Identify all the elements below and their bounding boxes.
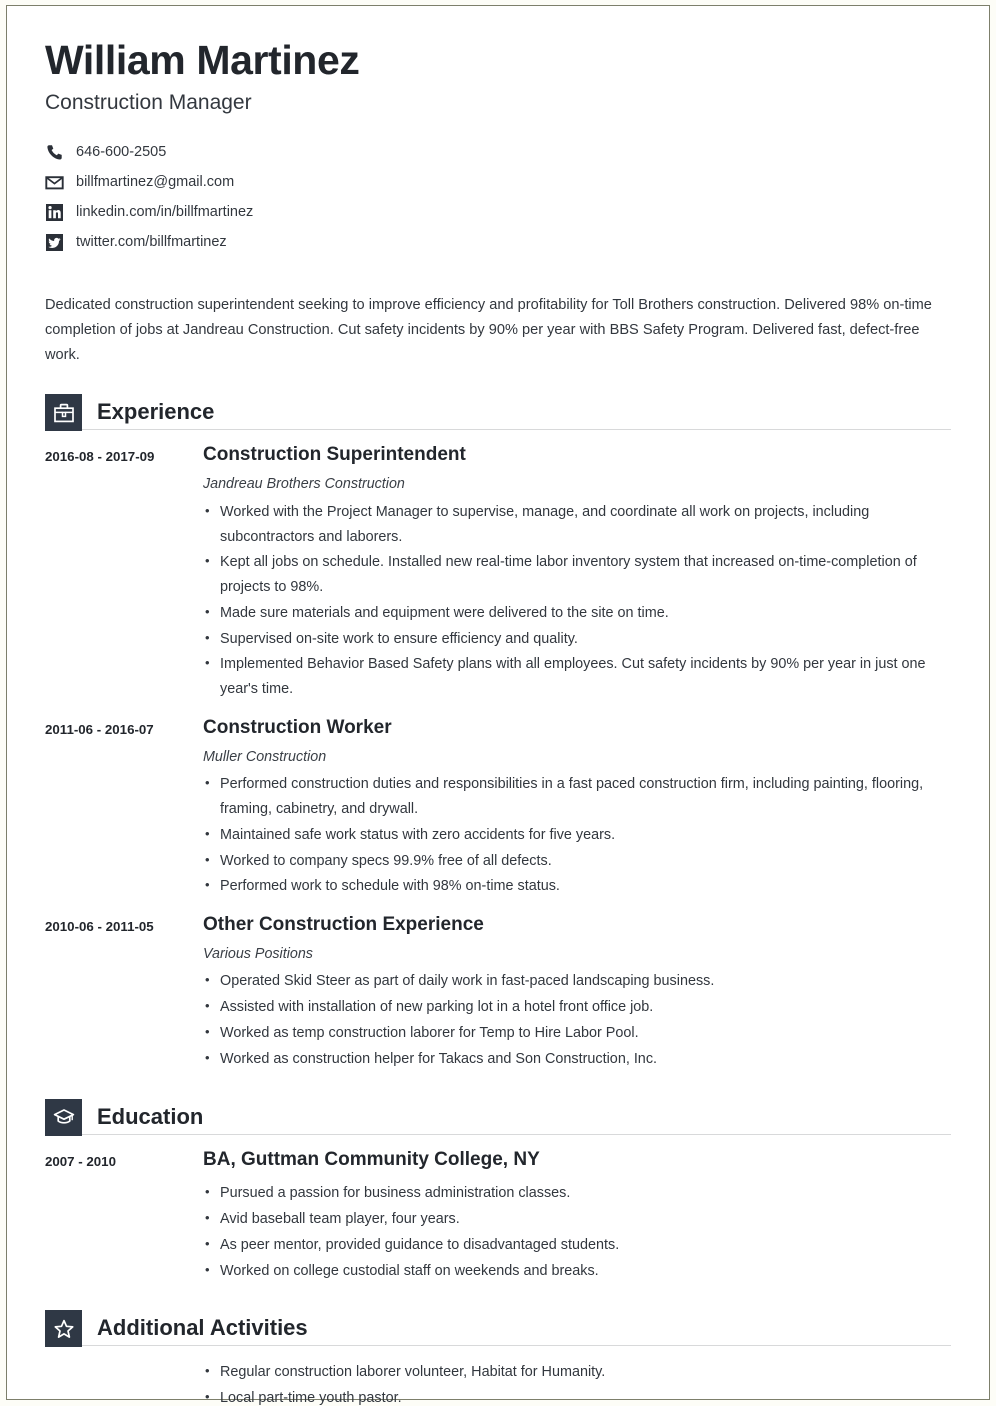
email-icon <box>45 173 64 192</box>
experience-entry: 2010-06 - 2011-05 Other Construction Exp… <box>45 914 951 1072</box>
entry-body: Construction Worker Muller Construction … <box>203 717 951 900</box>
section-divider <box>82 1345 951 1347</box>
list-item: As peer mentor, provided guidance to dis… <box>203 1233 951 1258</box>
list-item: Supervised on-site work to ensure effici… <box>203 627 951 652</box>
additional-activities-entry: Regular construction laborer volunteer, … <box>45 1360 951 1406</box>
entry-company: Various Positions <box>203 945 313 962</box>
list-item: Avid baseball team player, four years. <box>203 1207 951 1232</box>
contact-list: 646-600-2505 billfmartinez@gmail.com lin… <box>45 137 951 257</box>
list-item: Performed work to schedule with 98% on-t… <box>203 874 951 899</box>
contact-linkedin-text: linkedin.com/in/billfmartinez <box>76 203 254 220</box>
list-item: Kept all jobs on schedule. Installed new… <box>203 550 951 600</box>
entry-body: Other Construction Experience Various Po… <box>203 914 951 1072</box>
contact-email-text: billfmartinez@gmail.com <box>76 173 235 190</box>
list-item: Worked as temp construction laborer for … <box>203 1021 951 1046</box>
list-item: Worked to company specs 99.9% free of al… <box>203 849 951 874</box>
section-divider <box>82 1133 951 1135</box>
page-border-inner: William Martinez Construction Manager 64… <box>9 8 987 1406</box>
contact-item-linkedin[interactable]: linkedin.com/in/billfmartinez <box>45 197 951 227</box>
section-divider <box>82 429 951 431</box>
list-item: Regular construction laborer volunteer, … <box>203 1360 951 1385</box>
entry-bullets: Operated Skid Steer as part of daily wor… <box>203 969 951 1071</box>
date-column-spacer <box>45 1360 203 1406</box>
section-header-additional-activities: Additional Activities <box>45 1306 951 1348</box>
entry-dates: 2007 - 2010 <box>45 1153 116 1169</box>
candidate-name: William Martinez <box>45 37 360 83</box>
star-icon <box>45 1310 82 1348</box>
graduation-cap-icon <box>45 1098 82 1136</box>
entry-bullets: Regular construction laborer volunteer, … <box>203 1360 951 1406</box>
list-item: Implemented Behavior Based Safety plans … <box>203 652 951 702</box>
professional-summary: Dedicated construction superintendent se… <box>45 297 932 364</box>
section-title-additional-activities: Additional Activities <box>97 1315 308 1341</box>
entry-bullets: Pursued a passion for business administr… <box>203 1181 951 1283</box>
entry-bullets: Worked with the Project Manager to super… <box>203 500 951 702</box>
phone-icon <box>45 143 64 162</box>
entry-body: BA, Guttman Community College, NY Pursue… <box>203 1149 951 1285</box>
entry-company: Jandreau Brothers Construction <box>203 476 405 493</box>
contact-item-twitter[interactable]: twitter.com/billfmartinez <box>45 227 951 257</box>
list-item: Operated Skid Steer as part of daily wor… <box>203 969 951 994</box>
entry-body: Construction Superintendent Jandreau Bro… <box>203 444 951 703</box>
list-item: Assisted with installation of new parkin… <box>203 995 951 1020</box>
entry-dates: 2016-08 - 2017-09 <box>45 449 155 465</box>
briefcase-icon <box>45 394 82 432</box>
resume-page: William Martinez Construction Manager 64… <box>0 0 996 1406</box>
experience-entry: 2011-06 - 2016-07 Construction Worker Mu… <box>45 717 951 900</box>
entry-company: Muller Construction <box>203 748 327 765</box>
entry-dates: 2011-06 - 2016-07 <box>45 721 154 737</box>
list-item: Maintained safe work status with zero ac… <box>203 823 951 848</box>
list-item: Performed construction duties and respon… <box>203 772 951 822</box>
list-item: Made sure materials and equipment were d… <box>203 601 951 626</box>
entry-dates: 2010-06 - 2011-05 <box>45 919 154 935</box>
section-title-education: Education <box>97 1103 204 1129</box>
entry-job-title: Other Construction Experience <box>203 914 484 936</box>
section-title-experience: Experience <box>97 399 215 425</box>
list-item: Pursued a passion for business administr… <box>203 1181 951 1206</box>
resume-content: William Martinez Construction Manager 64… <box>9 8 987 1406</box>
experience-entry: 2016-08 - 2017-09 Construction Superinte… <box>45 444 951 703</box>
section-header-education: Education <box>45 1095 951 1136</box>
entry-body: Regular construction laborer volunteer, … <box>203 1360 951 1406</box>
entry-job-title: Construction Superintendent <box>203 444 466 466</box>
entry-job-title: Construction Worker <box>203 716 392 738</box>
contact-item-phone[interactable]: 646-600-2505 <box>45 137 951 167</box>
contact-twitter-text: twitter.com/billfmartinez <box>76 233 227 250</box>
twitter-icon <box>45 233 64 252</box>
education-entry: 2007 - 2010 BA, Guttman Community Colleg… <box>45 1149 951 1285</box>
list-item: Worked as construction helper for Takacs… <box>203 1047 951 1072</box>
entry-degree-title: BA, Guttman Community College, NY <box>203 1148 540 1170</box>
list-item: Worked with the Project Manager to super… <box>203 500 951 550</box>
contact-item-email[interactable]: billfmartinez@gmail.com <box>45 167 951 197</box>
contact-phone-text: 646-600-2505 <box>76 143 167 160</box>
entry-bullets: Performed construction duties and respon… <box>203 772 951 899</box>
candidate-job-title: Construction Manager <box>45 90 252 114</box>
list-item: Worked on college custodial staff on wee… <box>203 1259 951 1284</box>
section-header-experience: Experience <box>45 390 951 432</box>
list-item: Local part-time youth pastor. <box>203 1386 951 1406</box>
linkedin-icon <box>45 203 64 222</box>
page-border: William Martinez Construction Manager 64… <box>6 5 990 1406</box>
